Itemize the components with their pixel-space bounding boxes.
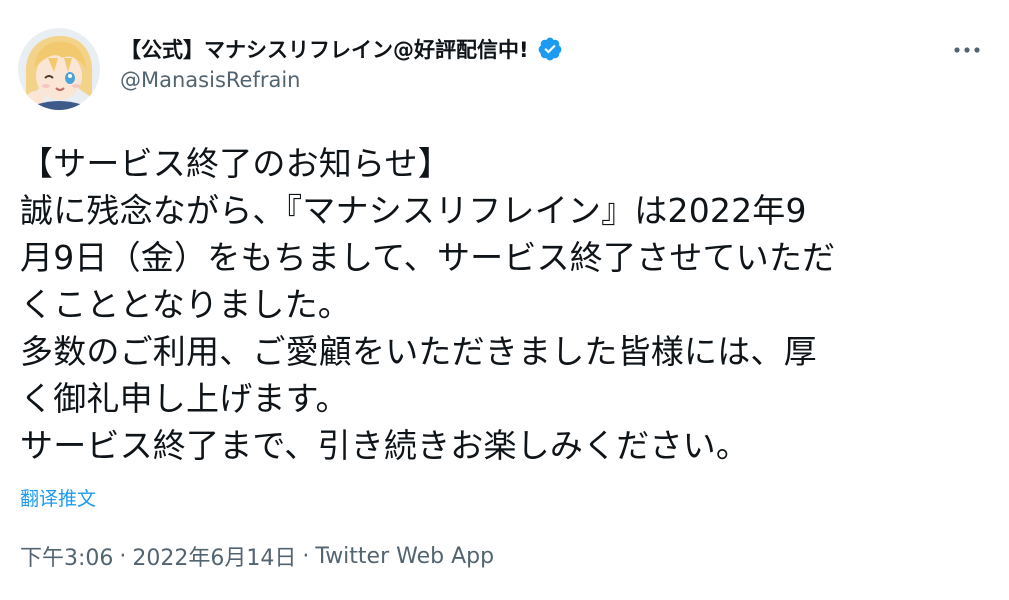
display-name[interactable]: 【公式】マナシスリフレイン@好評配信中! bbox=[120, 34, 529, 64]
tweet-text-line: 【サービス終了のお知らせ】 bbox=[20, 144, 451, 183]
tweet-source[interactable]: Twitter Web App bbox=[315, 544, 494, 569]
tweet-text: 【サービス終了のお知らせ】 誠に残念ながら、『マナシスリフレイン』は2022年9… bbox=[20, 140, 995, 469]
tweet-meta: 下午3:06 · 2022年6月14日 · Twitter Web App bbox=[20, 540, 494, 572]
handle[interactable]: @ManasisRefrain bbox=[120, 68, 563, 92]
meta-separator: · bbox=[119, 543, 127, 569]
tweet-text-line: 多数のご利用、ご愛顧をいただきました皆様には、厚 bbox=[20, 332, 817, 371]
tweet-text-line: く御礼申し上げます。 bbox=[20, 379, 349, 418]
tweet-text-line: 月9日（金）をもちまして、サービス終了させていただ bbox=[20, 238, 836, 277]
avatar[interactable] bbox=[18, 28, 100, 110]
tweet-card: 【公式】マナシスリフレイン@好評配信中! @ManasisRefrain 【サー… bbox=[0, 0, 1009, 600]
more-horizontal-icon bbox=[954, 47, 980, 53]
verified-badge-icon bbox=[537, 36, 563, 62]
anime-character-avatar-icon bbox=[18, 28, 100, 110]
meta-separator: · bbox=[302, 543, 310, 569]
tweet-text-line: サービス終了まで、引き続きお楽しみください。 bbox=[20, 426, 750, 465]
tweet-text-line: くこととなりました。 bbox=[20, 285, 352, 324]
tweet-time[interactable]: 下午3:06 bbox=[20, 540, 113, 572]
translate-tweet-link[interactable]: 翻译推文 bbox=[20, 484, 96, 511]
tweet-date[interactable]: 2022年6月14日 bbox=[132, 540, 296, 572]
display-name-row: 【公式】マナシスリフレイン@好評配信中! bbox=[120, 34, 563, 64]
tweet-text-line: 誠に残念ながら、『マナシスリフレイン』は2022年9 bbox=[20, 191, 807, 230]
more-options-button[interactable] bbox=[945, 32, 989, 68]
author-block: 【公式】マナシスリフレイン@好評配信中! @ManasisRefrain bbox=[120, 34, 563, 92]
